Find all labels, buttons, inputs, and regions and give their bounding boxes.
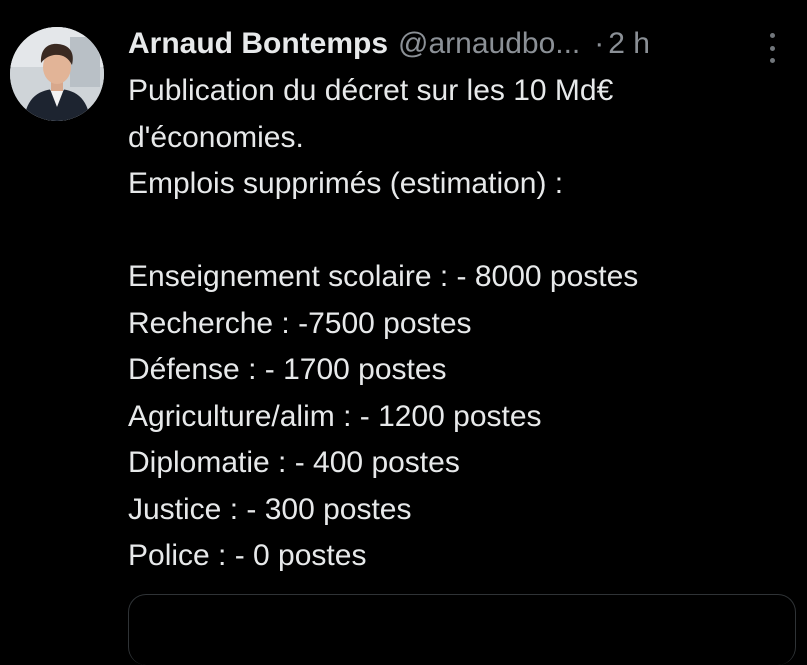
tweet-card[interactable]: Arnaud Bontemps @arnaudbo... · 2 h Publi… (0, 0, 807, 665)
tweet-text-line: d'économies. (128, 120, 304, 154)
tweet-text-line: Emplois supprimés (estimation) : (128, 167, 564, 200)
tweet-text: Publication du décret sur les 10 Md€ d'é… (128, 68, 798, 580)
tweet-timestamp[interactable]: 2 h (608, 22, 650, 66)
tweet-text-line: Justice : - 300 postes (128, 492, 412, 526)
more-dot (769, 58, 775, 63)
tweet-text-line: Défense : - 1700 postes (128, 353, 447, 386)
tweet-text-line (128, 208, 798, 255)
tweet-text-line: Diplomatie : - 400 postes (128, 446, 460, 479)
more-options-icon[interactable] (762, 33, 782, 63)
author-name[interactable]: Arnaud Bontemps (128, 22, 388, 66)
tweet-header: Arnaud Bontemps @arnaudbo... · 2 h (128, 22, 650, 66)
tweet-text-line: Publication du décret sur les 10 Md€ (128, 74, 614, 107)
more-dot (769, 45, 775, 51)
author-handle[interactable]: @arnaudbo... (398, 22, 580, 66)
quoted-tweet-card[interactable] (128, 594, 796, 665)
tweet-text-line: Police : - 0 postes (128, 539, 367, 572)
more-dot (769, 33, 775, 38)
author-avatar[interactable] (10, 27, 104, 121)
user-avatar-photo-icon (10, 27, 104, 121)
tweet-text-line: Agriculture/alim : - 1200 postes (128, 399, 542, 433)
header-separator: · (594, 27, 605, 60)
tweet-text-line: Enseignement scolaire : - 8000 postes (128, 260, 639, 293)
tweet-text-line: Recherche : -7500 postes (128, 306, 472, 340)
